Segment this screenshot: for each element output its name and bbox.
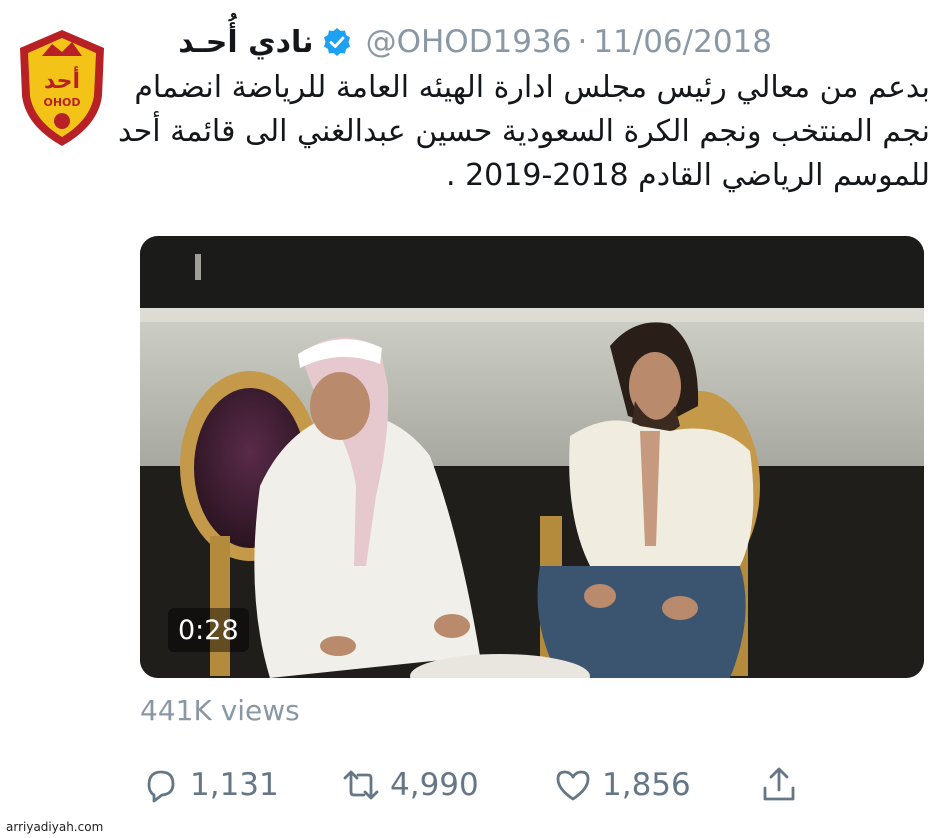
reply-count: 1,131 [190,767,279,803]
tweet-card: أحد OHOD نادي أُحـد @OHOD1936 · 11/06/20… [0,0,950,838]
tweet-text-line: للموسم الرياضي القادم 2018-2019 . [446,158,930,193]
video-frame-image [140,236,924,678]
verified-badge-icon [322,27,352,57]
retweet-count: 4,990 [390,767,479,803]
video-duration-badge: 0:28 [168,608,249,652]
reply-icon [140,764,182,806]
watermark: arriyadiyah.com [6,820,104,834]
display-name[interactable]: نادي أُحـد [178,25,313,60]
retweet-icon [340,764,382,806]
svg-text:أحد: أحد [44,65,80,94]
header-separator: · [577,24,588,60]
tweet-header: نادي أُحـد @OHOD1936 · 11/06/2018 [178,20,772,64]
view-count: 441K views [140,694,300,727]
like-count: 1,856 [602,767,691,803]
share-icon [758,764,800,806]
like-button[interactable]: 1,856 [552,760,691,810]
like-icon [552,764,594,806]
tweet-actions: 1,131 4,990 1,856 [140,760,820,810]
tweet-text-line: نجم المنتخب ونجم الكرة السعودية حسين عبد… [117,114,930,149]
reply-button[interactable]: 1,131 [140,760,279,810]
tweet-text: بدعم من معالي رئيس مجلس ادارة الهيئه الع… [117,66,930,198]
share-button[interactable] [758,760,800,810]
svg-text:OHOD: OHOD [43,96,80,109]
profile-avatar[interactable]: أحد OHOD [14,26,110,150]
tweet-date[interactable]: 11/06/2018 [593,24,772,60]
video-player[interactable] [140,236,924,678]
ohod-logo-icon: أحد OHOD [20,30,104,146]
tweet-text-line: بدعم من معالي رئيس مجلس ادارة الهيئه الع… [134,70,930,105]
retweet-button[interactable]: 4,990 [340,760,479,810]
user-handle[interactable]: @OHOD1936 [366,24,572,60]
